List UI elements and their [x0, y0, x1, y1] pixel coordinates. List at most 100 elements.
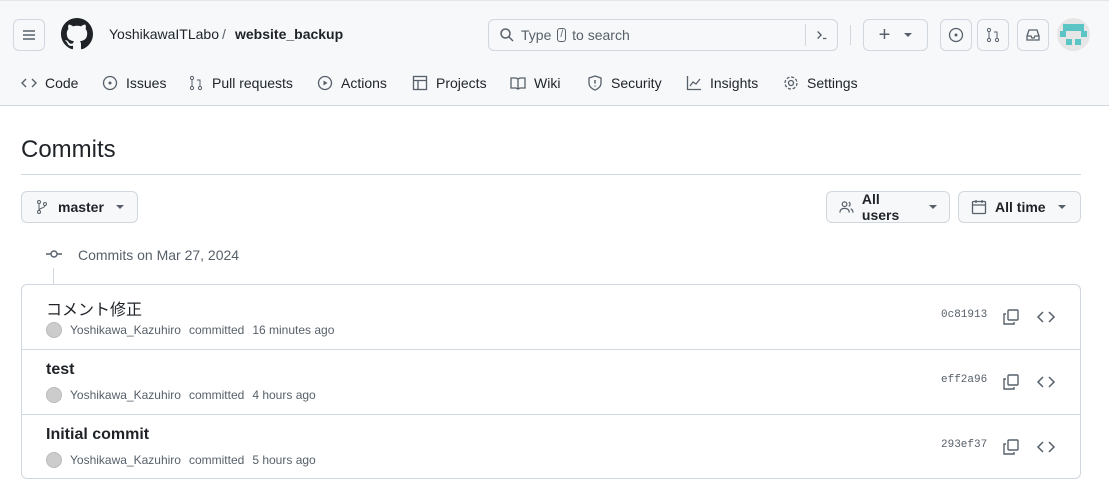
author-avatar[interactable]	[46, 452, 62, 468]
repo-header: YoshikawaITLabo / website_backup Type / …	[0, 0, 1109, 106]
time-filter[interactable]: All time	[958, 191, 1081, 223]
commit-time: 16 minutes ago	[252, 323, 334, 337]
commit-group-label: Commits on Mar 27, 2024	[78, 247, 239, 263]
tab-label: Code	[45, 75, 78, 91]
commit-meta: Yoshikawa_Kazuhiro committed 4 hours ago	[46, 387, 316, 403]
hamburger-icon	[21, 27, 37, 43]
chevron-down-icon	[904, 33, 912, 37]
users-filter-label: All users	[862, 191, 917, 223]
command-palette-button[interactable]	[805, 24, 837, 46]
plus-icon: +	[879, 25, 891, 45]
commit-sha[interactable]: eff2a96	[941, 374, 987, 386]
author-avatar[interactable]	[46, 322, 62, 338]
commit-message[interactable]: Initial commit	[46, 426, 149, 444]
branch-icon	[34, 199, 50, 215]
chevron-down-icon	[1058, 205, 1066, 209]
browse-code-icon[interactable]	[1036, 372, 1056, 392]
commit-author[interactable]: Yoshikawa_Kazuhiro	[70, 453, 181, 467]
avatar[interactable]	[1057, 18, 1090, 51]
inbox-button[interactable]	[1017, 19, 1049, 51]
graph-icon	[686, 75, 702, 91]
pull-request-icon	[985, 27, 1001, 43]
pull-requests-button[interactable]	[977, 19, 1009, 51]
commit-author[interactable]: Yoshikawa_Kazuhiro	[70, 388, 181, 402]
chevron-down-icon	[116, 205, 124, 209]
timeline-line	[53, 268, 54, 284]
tab-settings[interactable]: Settings	[783, 73, 858, 93]
issue-icon	[102, 75, 118, 91]
tab-label: Insights	[710, 75, 758, 91]
tab-label: Security	[611, 75, 662, 91]
gear-icon	[783, 75, 799, 91]
search-suffix: to search	[572, 27, 630, 43]
tab-label: Wiki	[534, 75, 560, 91]
breadcrumb-separator: /	[222, 26, 226, 42]
divider	[21, 174, 1081, 175]
browse-code-icon[interactable]	[1036, 307, 1056, 327]
commit-row: コメント修正 Yoshikawa_Kazuhiro committed 16 min…	[22, 285, 1080, 350]
page-title: Commits	[21, 136, 116, 164]
search-input[interactable]: Type / to search	[488, 19, 838, 51]
commit-row: test Yoshikawa_Kazuhiro committed 4 hours …	[22, 350, 1080, 415]
create-new-button[interactable]: +	[863, 19, 928, 51]
tab-pull-requests[interactable]: Pull requests	[188, 73, 293, 93]
commit-author[interactable]: Yoshikawa_Kazuhiro	[70, 323, 181, 337]
search-icon	[499, 27, 515, 43]
author-avatar[interactable]	[46, 387, 62, 403]
time-filter-label: All time	[995, 199, 1046, 215]
chevron-down-icon	[929, 205, 937, 209]
commit-time: 4 hours ago	[252, 388, 315, 402]
commit-message[interactable]: コメント修正	[46, 296, 142, 320]
tab-label: Actions	[341, 75, 387, 91]
shield-icon	[587, 75, 603, 91]
commit-icon	[45, 246, 63, 262]
terminal-icon	[815, 28, 829, 42]
search-key: /	[557, 28, 566, 42]
tab-label: Settings	[807, 75, 858, 91]
commit-action: committed	[189, 453, 244, 467]
browse-code-icon[interactable]	[1036, 437, 1056, 457]
issues-button[interactable]	[940, 19, 972, 51]
inbox-icon	[1025, 27, 1041, 43]
people-icon	[839, 199, 854, 215]
tab-label: Issues	[126, 75, 166, 91]
tab-security[interactable]: Security	[587, 73, 662, 93]
code-icon	[21, 75, 37, 91]
commit-row: Initial commit Yoshikawa_Kazuhiro committ…	[22, 415, 1080, 480]
commit-list: コメント修正 Yoshikawa_Kazuhiro committed 16 min…	[21, 284, 1081, 479]
search-prefix: Type	[521, 27, 551, 43]
tab-code[interactable]: Code	[21, 73, 78, 93]
calendar-icon	[971, 199, 987, 215]
divider	[850, 25, 851, 45]
breadcrumb-owner[interactable]: YoshikawaITLabo	[109, 26, 219, 42]
tab-projects[interactable]: Projects	[412, 73, 487, 93]
commit-sha[interactable]: 293ef37	[941, 439, 987, 451]
copy-icon[interactable]	[1001, 307, 1021, 327]
users-filter[interactable]: All users	[826, 191, 950, 223]
branch-label: master	[58, 199, 104, 215]
branch-select[interactable]: master	[21, 191, 138, 223]
issue-icon	[948, 27, 964, 43]
commit-message[interactable]: test	[46, 361, 74, 379]
tab-wiki[interactable]: Wiki	[510, 73, 560, 93]
menu-button[interactable]	[13, 19, 45, 51]
breadcrumb-repo[interactable]: website_backup	[235, 26, 343, 42]
commit-time: 5 hours ago	[252, 453, 315, 467]
pull-request-icon	[188, 75, 204, 91]
table-icon	[412, 75, 428, 91]
commit-action: committed	[189, 323, 244, 337]
play-icon	[317, 75, 333, 91]
github-logo-icon[interactable]	[61, 18, 93, 50]
tab-insights[interactable]: Insights	[686, 73, 758, 93]
commit-meta: Yoshikawa_Kazuhiro committed 16 minutes ag…	[46, 322, 334, 338]
commit-action: committed	[189, 388, 244, 402]
tab-actions[interactable]: Actions	[317, 73, 387, 93]
tab-label: Projects	[436, 75, 487, 91]
copy-icon[interactable]	[1001, 372, 1021, 392]
tab-label: Pull requests	[212, 75, 293, 91]
commit-meta: Yoshikawa_Kazuhiro committed 5 hours ago	[46, 452, 316, 468]
commit-sha[interactable]: 0c81913	[941, 309, 987, 321]
tab-issues[interactable]: Issues	[102, 73, 166, 93]
book-icon	[510, 75, 526, 91]
copy-icon[interactable]	[1001, 437, 1021, 457]
